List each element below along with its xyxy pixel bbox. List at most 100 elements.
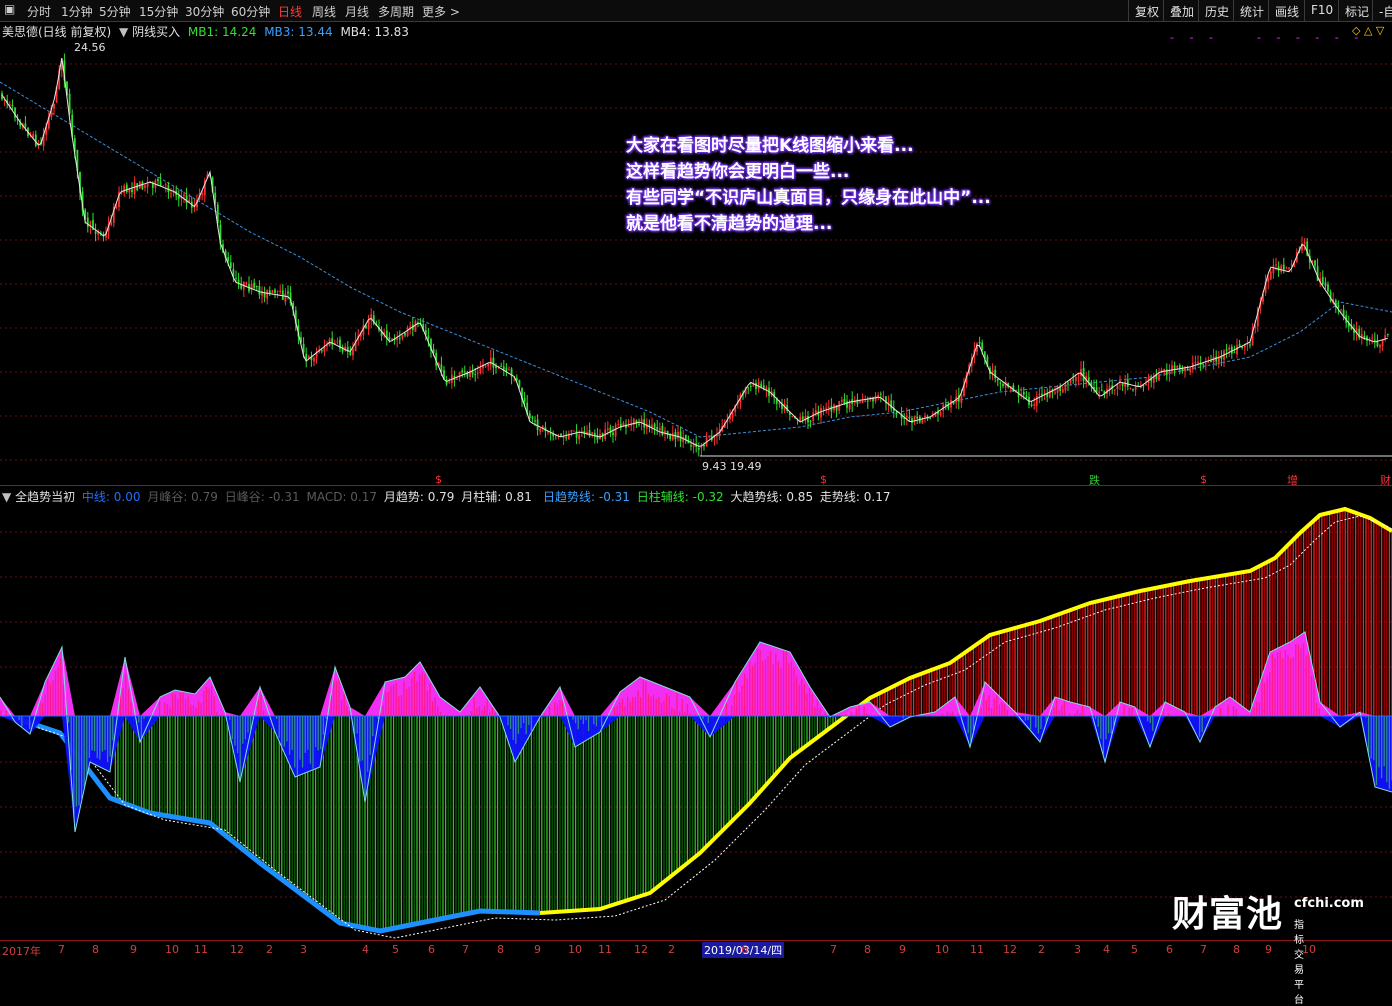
candle-body	[401, 335, 404, 339]
candle-body	[549, 433, 552, 435]
candle-body	[456, 378, 458, 380]
candle-body	[1386, 334, 1389, 336]
annotation-line-4: 就是他看不清趋势的道理...	[626, 214, 833, 234]
candle-body	[827, 407, 830, 409]
candle-body	[762, 385, 765, 389]
mb4-value: MB4: 13.83	[340, 25, 409, 39]
time-axis-tick: 7	[462, 943, 469, 956]
candle-body	[807, 416, 809, 423]
stats-button[interactable]: 统计	[1233, 0, 1270, 21]
draw-button[interactable]: 画线	[1268, 0, 1305, 21]
candle-body	[388, 337, 391, 340]
candle-body	[1210, 361, 1212, 363]
tab-multi-period[interactable]: 多周期	[378, 3, 414, 20]
indicator-dropdown-icon[interactable]: ▼	[119, 25, 128, 39]
candle-body	[1384, 335, 1387, 339]
candle-body	[476, 372, 479, 374]
period-toolbar: ▣ 分时 1分钟 5分钟 15分钟 30分钟 60分钟 日线 周线 月线 多周期…	[0, 0, 1392, 22]
candle-body	[814, 410, 817, 414]
candle-body	[703, 444, 705, 447]
candle-body	[1280, 265, 1283, 273]
annotation-line-2: 这样看趋势你会更明白一些...	[626, 162, 850, 182]
tab-5min[interactable]: 5分钟	[99, 3, 131, 20]
candle-body	[697, 447, 700, 450]
candle-body	[1043, 392, 1046, 394]
candle-body	[396, 338, 399, 341]
candle-body	[1373, 339, 1376, 341]
candle-body	[164, 184, 167, 186]
candle-body	[1228, 347, 1231, 350]
time-axis-tick: 3	[300, 943, 307, 956]
tab-15min[interactable]: 15分钟	[139, 3, 178, 20]
annotation-line-3: 有些同学“不识庐山真面目，只缘身在此山中”...	[626, 188, 991, 208]
f10-button[interactable]: F10	[1304, 0, 1339, 21]
candle-body	[700, 446, 703, 448]
candle-body	[1275, 264, 1277, 266]
candle-body	[840, 399, 843, 402]
candle-body	[978, 341, 981, 344]
fuquan-button[interactable]: 复权	[1128, 0, 1165, 21]
tab-daily[interactable]: 日线	[278, 3, 302, 20]
candle-body	[612, 432, 614, 436]
time-axis-tick: 6	[428, 943, 435, 956]
candle-body	[1178, 365, 1181, 369]
candle-body	[866, 400, 869, 402]
custom-button[interactable]: -自	[1372, 0, 1392, 21]
time-axis-tick: 8	[1233, 943, 1240, 956]
candle-body	[349, 351, 352, 355]
window-icon[interactable]: ▣	[4, 2, 15, 16]
candle-body	[1012, 385, 1015, 392]
candle-body	[671, 433, 674, 440]
candle-body	[1303, 241, 1306, 245]
time-axis-tick: 10	[568, 943, 582, 956]
candle-body	[245, 282, 248, 284]
candle-body	[791, 416, 794, 418]
candle-body	[1215, 356, 1218, 362]
time-axis-tick: 2	[1038, 943, 1045, 956]
time-axis-tick: 3	[1074, 943, 1081, 956]
tab-more[interactable]: 更多 >	[422, 3, 460, 20]
tab-weekly[interactable]: 周线	[312, 3, 336, 20]
candle-body	[281, 290, 284, 300]
candle-body	[1098, 391, 1101, 393]
candle-body	[1113, 389, 1116, 391]
candle-body	[1025, 395, 1028, 398]
kline-chart[interactable]	[0, 42, 1392, 486]
time-axis-tick: 10	[165, 943, 179, 956]
tab-monthly[interactable]: 月线	[345, 3, 369, 20]
candle-body	[653, 423, 656, 429]
candle-body	[999, 382, 1002, 384]
candle-body	[489, 357, 492, 366]
candle-body	[1288, 267, 1290, 269]
candle-body	[1267, 278, 1270, 282]
candle-body	[820, 408, 822, 418]
tab-30min[interactable]: 30分钟	[185, 3, 224, 20]
history-button[interactable]: 历史	[1198, 0, 1235, 21]
candle-body	[500, 365, 503, 367]
candle-body	[32, 134, 35, 137]
candle-body	[484, 365, 487, 367]
time-axis-tick: 4	[362, 943, 369, 956]
mark-button[interactable]: 标记	[1338, 0, 1375, 21]
candle-body	[1002, 384, 1004, 386]
candle-body	[679, 431, 682, 442]
overlay-button[interactable]: 叠加	[1163, 0, 1200, 21]
trend-indicator-chart[interactable]	[0, 502, 1392, 940]
candle-body	[1249, 344, 1251, 346]
candle-body	[133, 182, 136, 194]
candle-body	[508, 369, 510, 371]
tab-60min[interactable]: 60分钟	[231, 3, 270, 20]
candle-body	[1363, 335, 1366, 338]
indicator-name[interactable]: 阴线买入	[132, 25, 180, 39]
candle-body	[258, 286, 261, 295]
candle-body	[1321, 276, 1324, 285]
candle-body	[474, 373, 477, 375]
time-axis-tick: 2	[668, 943, 675, 956]
candle-body	[253, 282, 256, 288]
tab-1min[interactable]: 1分钟	[61, 3, 93, 20]
time-axis-tick: 7	[1200, 943, 1207, 956]
candle-body	[864, 401, 867, 403]
tab-fenshi[interactable]: 分时	[27, 3, 51, 20]
candle-body	[237, 279, 240, 283]
candle-body	[287, 291, 289, 294]
